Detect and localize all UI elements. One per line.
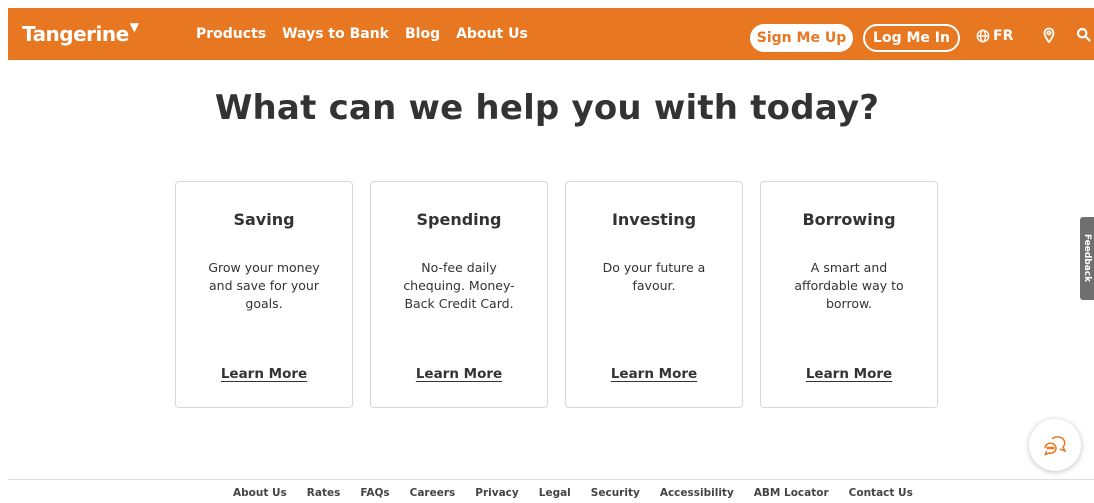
- language-toggle[interactable]: FR: [976, 28, 1013, 44]
- footer-link-rates[interactable]: Rates: [307, 487, 341, 499]
- feedback-tab[interactable]: Feedback: [1080, 217, 1094, 300]
- globe-icon: [976, 29, 990, 43]
- card-spending: Spending No-fee daily chequing. Money-Ba…: [370, 181, 548, 408]
- chat-button[interactable]: [1029, 419, 1081, 471]
- language-label: FR: [993, 28, 1014, 44]
- log-me-in-button[interactable]: Log Me In: [863, 24, 960, 52]
- search-icon[interactable]: [1076, 27, 1092, 43]
- nav-blog[interactable]: Blog: [405, 26, 440, 42]
- learn-more-link-borrowing[interactable]: Learn More: [761, 366, 937, 382]
- card-title: Saving: [233, 210, 295, 229]
- card-title: Borrowing: [802, 210, 896, 229]
- card-description: Grow your money and save for your goals.: [208, 260, 320, 311]
- location-pin-icon[interactable]: [1043, 27, 1055, 43]
- footer-link-about-us[interactable]: About Us: [233, 487, 287, 499]
- chat-bubble-icon: [1043, 434, 1067, 456]
- footer-link-security[interactable]: Security: [591, 487, 640, 499]
- footer-link-accessibility[interactable]: Accessibility: [660, 487, 734, 499]
- nav-products[interactable]: Products: [196, 26, 266, 42]
- footer-link-contact-us[interactable]: Contact Us: [849, 487, 913, 499]
- card-investing: Investing Do your future a favour. Learn…: [565, 181, 743, 408]
- footer-links: About Us Rates FAQs Careers Privacy Lega…: [233, 487, 913, 499]
- card-description: A smart and affordable way to borrow.: [794, 260, 904, 311]
- footer-link-legal[interactable]: Legal: [539, 487, 571, 499]
- nav-about-us[interactable]: About Us: [456, 26, 528, 42]
- sign-me-up-button[interactable]: Sign Me Up: [750, 24, 853, 52]
- top-navigation-bar: Tangerine ▼ Products Ways to Bank Blog A…: [8, 8, 1094, 60]
- logo-arrow-icon: ▼: [129, 20, 139, 34]
- card-description: Do your future a favour.: [602, 260, 706, 293]
- card-description: No-fee daily chequing. Money-Back Credit…: [403, 260, 515, 311]
- feedback-label: Feedback: [1082, 233, 1092, 283]
- footer-link-careers[interactable]: Careers: [410, 487, 456, 499]
- card-title: Spending: [416, 210, 502, 229]
- nav-ways-to-bank[interactable]: Ways to Bank: [282, 26, 389, 42]
- logo-text: Tangerine: [22, 22, 129, 46]
- page-headline: What can we help you with today?: [214, 88, 880, 128]
- footer-divider: [8, 479, 1094, 480]
- tangerine-logo[interactable]: Tangerine ▼: [22, 20, 139, 46]
- card-saving: Saving Grow your money and save for your…: [175, 181, 353, 408]
- card-title: Investing: [611, 210, 697, 229]
- footer-link-privacy[interactable]: Privacy: [475, 487, 518, 499]
- main-nav: Products Ways to Bank Blog About Us: [196, 26, 528, 42]
- learn-more-link-investing[interactable]: Learn More: [566, 366, 742, 382]
- card-borrowing: Borrowing A smart and affordable way to …: [760, 181, 938, 408]
- footer-link-faqs[interactable]: FAQs: [360, 487, 389, 499]
- learn-more-link-spending[interactable]: Learn More: [371, 366, 547, 382]
- footer-link-abm-locator[interactable]: ABM Locator: [754, 487, 829, 499]
- product-cards: Saving Grow your money and save for your…: [175, 181, 938, 408]
- learn-more-link-saving[interactable]: Learn More: [176, 366, 352, 382]
